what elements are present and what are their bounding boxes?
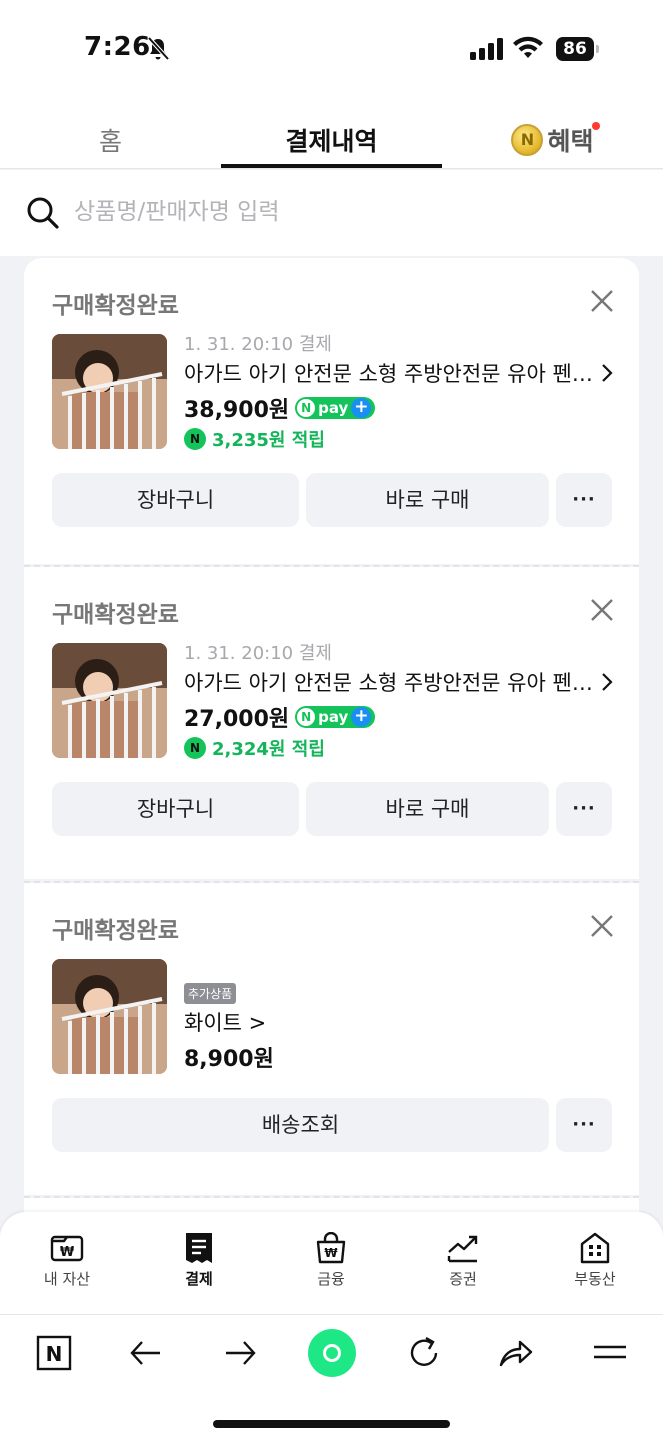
nav-label: 금융 [317,1270,345,1288]
nav-item-payments[interactable]: 결제 [144,1232,254,1289]
bell-muted-icon [147,36,170,61]
order-card: 구매확정완료 1. 31. 20:10 결제 아가드 아기 안전문 소형 주방안… [24,567,639,879]
product-thumbnail[interactable] [52,643,167,758]
product-name-link[interactable]: 아가드 아기 안전문 소형 주방안전문 유아 펜스 베이비 [184,358,604,388]
tab-payments[interactable]: 결제내역 [221,122,442,168]
battery-level: 86 [556,37,594,61]
nav-item-assets[interactable]: ₩ 내 자산 [12,1232,122,1289]
track-shipment-button[interactable]: 배송조회 [52,1098,549,1152]
price-row: 38,900원 Npay + [184,392,376,424]
forward-arrow-icon[interactable] [220,1333,260,1373]
npay-n-icon: N [297,708,316,726]
notification-dot [592,122,600,130]
wifi-icon [513,36,543,58]
building-icon [580,1232,610,1264]
price-row: 27,000원 Npay + [184,701,376,733]
product-thumbnail[interactable] [52,334,167,449]
back-arrow-icon[interactable] [126,1333,166,1373]
npay-points-icon: N [184,428,206,450]
order-status: 구매확정완료 [52,293,179,319]
order-price: 38,900원 [184,398,290,423]
battery-cap [596,45,599,53]
order-status: 구매확정완료 [52,918,179,944]
buy-now-button[interactable]: 바로 구매 [306,473,549,527]
npay-label: pay [318,399,349,417]
receipt-icon [186,1233,212,1263]
tab-home[interactable]: 홈 [0,122,221,168]
tab-benefits[interactable]: N 혜택 [442,122,663,168]
chevron-right-icon[interactable] [599,671,615,693]
battery-indicator: 86 [556,37,600,61]
npay-plus-badge: Npay + [295,706,376,728]
product-thumbnail[interactable] [52,959,167,1074]
svg-text:₩: ₩ [60,1245,75,1260]
status-time: 7:26 [84,32,151,62]
nav-label: 부동산 [574,1270,616,1288]
active-tab-indicator [221,164,442,168]
refresh-icon[interactable] [404,1333,444,1373]
search-bar [0,170,663,256]
close-icon[interactable] [587,595,617,625]
green-dot-button[interactable] [306,1327,358,1379]
order-price: 8,900원 [184,1047,274,1072]
close-icon[interactable] [587,911,617,941]
home-indicator [213,1420,450,1428]
points-row: N 2,324원 적립 [184,735,325,761]
nav-item-securities[interactable]: 증권 [408,1232,518,1289]
search-icon [27,197,59,229]
svg-text:₩: ₩ [324,1246,338,1260]
order-status: 구매확정완료 [52,602,179,628]
search-input[interactable] [74,194,634,230]
menu-icon[interactable] [590,1333,630,1373]
nav-item-real-estate[interactable]: 부동산 [540,1232,650,1289]
cart-button[interactable]: 장바구니 [52,473,299,527]
order-date: 1. 31. 20:10 결제 [184,643,332,664]
order-card: 구매확정완료 추가상품 화이트 > 8,900원 배송조회 ··· [24,883,639,1195]
more-options-button[interactable]: ··· [556,1098,612,1152]
npay-points-icon: N [184,737,206,759]
npay-n-icon: N [297,399,316,417]
additional-item-tag: 추가상품 [184,983,237,1004]
order-price: 27,000원 [184,707,290,732]
cart-button[interactable]: 장바구니 [52,782,299,836]
naver-home-icon[interactable]: N [34,1333,74,1373]
nav-label: 결제 [185,1270,213,1288]
close-icon[interactable] [587,286,617,316]
nav-label: 내 자산 [43,1270,91,1288]
npay-plus-badge: Npay + [295,397,376,419]
plus-icon: + [351,707,372,727]
tab-benefits-label: 혜택 [547,127,594,156]
points-earned: 3,235원 적립 [212,430,325,451]
order-date: 1. 31. 20:10 결제 [184,334,332,355]
plus-icon: + [351,398,372,418]
bottom-nav: ₩ 내 자산 결제 ₩ 금융 증권 부동산 [0,1212,663,1314]
signal-icon [470,38,503,60]
nav-item-finance[interactable]: ₩ 금융 [276,1232,386,1289]
wallet-icon: ₩ [50,1235,84,1262]
npay-label: pay [318,708,349,726]
product-name-link[interactable]: 아가드 아기 안전문 소형 주방안전문 유아 펜스 베이비 [184,667,604,697]
npay-coin-icon: N [511,124,544,156]
points-earned: 2,324원 적립 [212,739,325,760]
order-card: 구매확정완료 1. 31. 20:10 결제 아가드 아기 안전문 소형 주방안… [24,258,639,564]
top-tabs: 홈 결제내역 N 혜택 [0,100,663,169]
points-row: N 3,235원 적립 [184,426,325,452]
share-icon[interactable] [496,1333,536,1373]
chart-icon [447,1235,478,1263]
nav-label: 증권 [449,1270,477,1288]
option-name-link[interactable]: 화이트 > [184,1007,266,1037]
status-bar: 7:26 86 [0,0,663,100]
svg-text:N: N [46,1342,63,1366]
more-options-button[interactable]: ··· [556,782,612,836]
bag-icon: ₩ [316,1232,346,1264]
buy-now-button[interactable]: 바로 구매 [306,782,549,836]
chevron-right-icon[interactable] [599,362,615,384]
more-options-button[interactable]: ··· [556,473,612,527]
